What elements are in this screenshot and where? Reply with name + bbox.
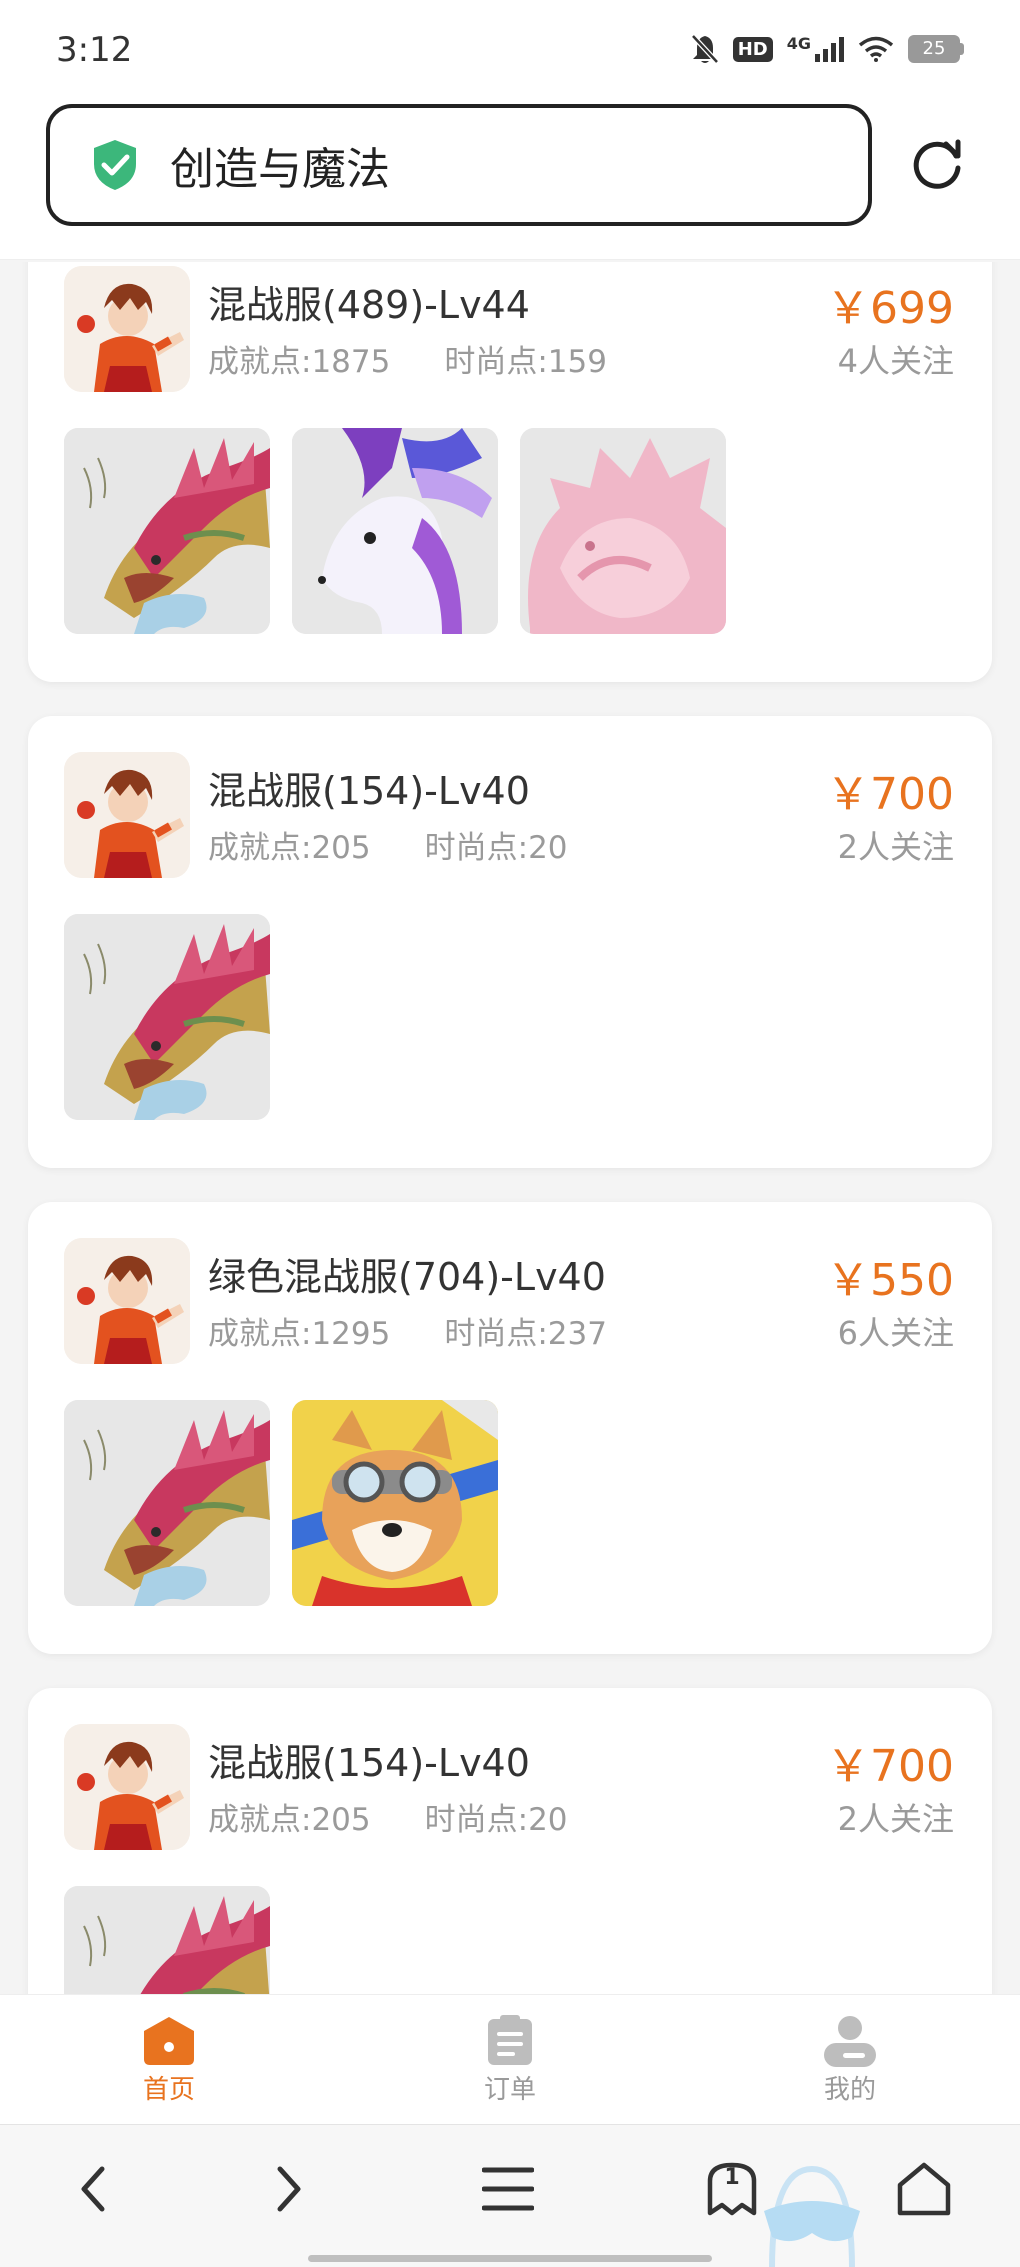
dragon-pet-image[interactable]	[64, 914, 270, 1120]
listing-stats: 成就点:205 时尚点:20	[208, 1794, 568, 1839]
listing-price: ￥550	[826, 1255, 954, 1306]
character-avatar	[64, 1724, 190, 1850]
follower-count: 6人关注	[837, 1314, 954, 1352]
wifi-icon	[858, 36, 894, 62]
character-avatar	[64, 1238, 190, 1364]
house-icon	[897, 2162, 951, 2216]
fashion-points: 时尚点:237	[444, 1316, 607, 1352]
tab-home[interactable]: 首页	[94, 2015, 244, 2106]
dragon-pet-image[interactable]	[64, 1886, 270, 1994]
follower-count: 4人关注	[837, 342, 954, 380]
refresh-icon[interactable]	[910, 136, 966, 192]
status-icons: HD 4G 25	[690, 34, 964, 64]
battery-icon: 25	[908, 35, 964, 63]
achievement-points: 成就点:205	[208, 830, 371, 866]
tab-home-label: 首页	[142, 2075, 195, 2105]
pink-beast-pet-image[interactable]	[520, 428, 726, 634]
pet-gallery	[64, 1400, 498, 1606]
status-time: 3:12	[56, 30, 133, 70]
listing-price: ￥699	[826, 283, 954, 334]
menu-icon	[482, 2167, 534, 2211]
forward-button[interactable]	[256, 2157, 320, 2221]
tab-profile[interactable]: 我的	[775, 2015, 925, 2106]
shield-check-icon	[94, 140, 136, 190]
clipboard-icon	[488, 2015, 532, 2065]
follower-count: 2人关注	[837, 828, 954, 866]
bottom-tab-bar: 首页 订单 我的	[0, 1994, 1020, 2124]
listing-price: ￥700	[826, 1741, 954, 1792]
listing-price: ￥700	[826, 769, 954, 820]
listing-card[interactable]: 混战服(154)-Lv40 成就点:205 时尚点:20 ￥700 2人关注	[28, 716, 992, 1168]
listing-card[interactable]: 混战服(154)-Lv40 成就点:205 时尚点:20 ￥700 2人关注	[28, 1688, 992, 1994]
white-deer-pet-image[interactable]	[292, 428, 498, 634]
fashion-points: 时尚点:20	[424, 830, 568, 866]
home-button[interactable]	[892, 2157, 956, 2221]
achievement-points: 成就点:1295	[208, 1316, 391, 1352]
tab-profile-label: 我的	[823, 2075, 876, 2105]
pet-gallery	[64, 428, 726, 634]
tab-orders[interactable]: 订单	[435, 2015, 585, 2106]
fashion-points: 时尚点:20	[424, 1802, 568, 1838]
back-button[interactable]	[62, 2157, 126, 2221]
character-avatar	[64, 752, 190, 878]
listing-card[interactable]: 绿色混战服(704)-Lv40 成就点:1295 时尚点:237 ￥550 6人关…	[28, 1202, 992, 1654]
dragon-pet-image[interactable]	[64, 428, 270, 634]
listing-title: 绿色混战服(704)-Lv40	[208, 1255, 606, 1299]
tab-orders-label: 订单	[483, 2075, 536, 2105]
corgi-pilot-pet-image[interactable]	[292, 1400, 498, 1606]
home-indicator[interactable]	[308, 2255, 712, 2262]
tab-count: 1	[724, 2165, 740, 2190]
follower-count: 2人关注	[837, 1800, 954, 1838]
fashion-points: 时尚点:159	[444, 344, 607, 380]
search-box[interactable]: 创造与魔法	[46, 104, 872, 226]
hd-badge: HD	[732, 36, 773, 62]
listing-stats: 成就点:205 时尚点:20	[208, 822, 568, 867]
chevron-right-icon	[277, 2166, 301, 2212]
status-bar: 3:12 HD 4G 25	[0, 0, 1020, 100]
listing-title: 混战服(154)-Lv40	[208, 769, 530, 813]
person-icon	[824, 2016, 876, 2067]
chevron-left-icon	[81, 2166, 105, 2212]
listing-stats: 成就点:1875 时尚点:159	[208, 336, 607, 381]
listing-title: 混战服(154)-Lv40	[208, 1741, 530, 1785]
dragon-pet-image[interactable]	[64, 1400, 270, 1606]
network-type: 4G	[786, 34, 811, 53]
goggles-mascot-icon	[764, 2165, 860, 2267]
browser-toolbar: 1	[0, 2124, 1020, 2267]
pet-gallery	[64, 914, 270, 1120]
tabs-button[interactable]: 1	[700, 2157, 764, 2221]
achievement-points: 成就点:1875	[208, 344, 391, 380]
pet-gallery	[64, 1886, 270, 1994]
character-avatar	[64, 266, 190, 392]
listing-card[interactable]: 混战服(489)-Lv44 成就点:1875 时尚点:159 ￥699 4人关注	[28, 262, 992, 682]
search-title: 创造与魔法	[170, 144, 390, 195]
mute-bell-icon	[690, 34, 719, 64]
menu-button[interactable]	[476, 2157, 540, 2221]
header: 创造与魔法	[0, 100, 1020, 260]
battery-level: 25	[908, 35, 960, 63]
achievement-points: 成就点:205	[208, 1802, 371, 1838]
home-icon	[144, 2017, 194, 2065]
listing-feed[interactable]: 混战服(489)-Lv44 成就点:1875 时尚点:159 ￥699 4人关注 …	[0, 262, 1020, 1994]
listing-title: 混战服(489)-Lv44	[208, 283, 530, 327]
listing-stats: 成就点:1295 时尚点:237	[208, 1308, 607, 1353]
signal-icon	[815, 36, 844, 62]
